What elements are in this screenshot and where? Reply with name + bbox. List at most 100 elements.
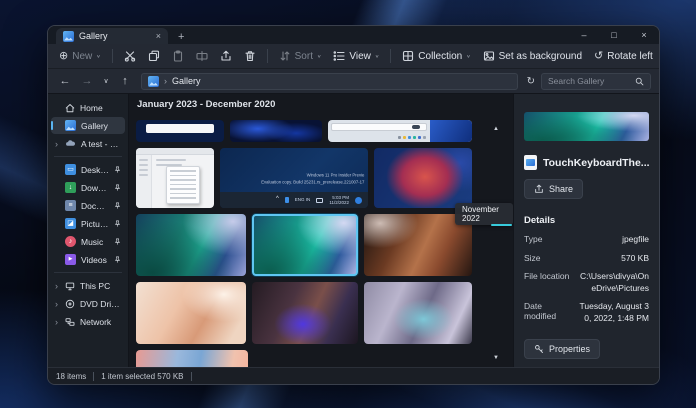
gallery-thumbnail-1[interactable] [136, 120, 224, 142]
share-icon [534, 184, 544, 194]
search-icon [635, 77, 644, 86]
close-button[interactable]: × [629, 30, 659, 40]
gallery-thumbnail-4[interactable] [136, 148, 214, 208]
home-icon [65, 103, 75, 113]
delete-button[interactable] [239, 47, 261, 65]
gallery-thumbnail-13[interactable] [136, 350, 248, 367]
pin-icon [114, 166, 121, 173]
detail-row-type: Type jpegfile [524, 234, 649, 245]
up-button[interactable]: ↑ [116, 75, 134, 87]
gallery-thumbnail-6[interactable] [374, 148, 472, 208]
maximize-button[interactable]: □ [599, 30, 629, 40]
new-tab-button[interactable]: + [178, 30, 184, 44]
tab-gallery[interactable]: Gallery × [56, 28, 168, 44]
sidebar-item-videos[interactable]: ▶ Videos [51, 251, 125, 268]
rotate-left-button[interactable]: ↺ Rotate left [589, 48, 658, 65]
sidebar-item-music[interactable]: ♪ Music [51, 233, 125, 250]
sidebar-item-downloads[interactable]: ↓ Downloads [51, 179, 125, 196]
thumbnail-taskbar: ^ ENG IN 5:03 PM 11/2/2022 [220, 192, 368, 208]
sort-icon [279, 50, 291, 62]
expand-chevron-icon[interactable]: › [55, 317, 58, 327]
forward-button[interactable]: → [78, 75, 96, 87]
tab-title: Gallery [79, 31, 151, 41]
share-button-toolbar[interactable] [215, 47, 237, 65]
timeline-scroll-indicator[interactable] [491, 224, 512, 226]
music-icon: ♪ [65, 236, 76, 247]
selection-summary: 1 item selected 570 KB [101, 372, 183, 381]
set-as-background-button[interactable]: Set as background [478, 47, 587, 65]
minimize-button[interactable]: – [569, 30, 599, 40]
selected-file-name: TouchKeyboardThe... [543, 157, 649, 169]
collection-icon [402, 50, 414, 62]
timeline-date-badge: November 2022 [455, 203, 513, 225]
recent-locations-button[interactable]: ∨ [100, 77, 112, 85]
gallery-thumbnail-11[interactable] [252, 282, 358, 344]
monitor-icon [316, 198, 323, 203]
navigation-pane: Home Gallery › A test - Personal ▭ Deskt… [48, 94, 128, 367]
rename-button[interactable] [191, 47, 213, 65]
gallery-thumbnail-selected[interactable] [252, 214, 358, 276]
cut-button[interactable] [119, 47, 141, 65]
details-pane: TouchKeyboardThe... Share Details Type j… [513, 94, 659, 367]
sidebar-item-dvd-drive[interactable]: › DVD Drive (D:) CCC [51, 295, 125, 312]
gallery-thumbnail-3[interactable] [328, 120, 472, 142]
sidebar-item-pictures[interactable]: ◪ Pictures [51, 215, 125, 232]
collection-button[interactable]: Collection ∨ [397, 47, 475, 65]
expand-chevron-icon[interactable]: › [55, 299, 58, 309]
bluetooth-icon [285, 197, 289, 203]
paste-button[interactable] [167, 47, 189, 65]
file-preview-image[interactable] [524, 112, 649, 141]
sidebar-item-documents[interactable]: ≡ Documents [51, 197, 125, 214]
sidebar-item-onedrive[interactable]: › A test - Personal [51, 135, 125, 152]
share-icon [220, 50, 232, 62]
desktop-wallpaper: Gallery × + – □ × ⊕ New ∨ [0, 0, 696, 408]
expand-chevron-icon[interactable]: › [55, 281, 58, 291]
tray-language: ENG IN [295, 197, 311, 202]
pictures-icon: ◪ [65, 218, 76, 229]
detail-row-size: Size 570 KB [524, 253, 649, 264]
breadcrumb[interactable]: › Gallery [141, 73, 518, 90]
copy-button[interactable] [143, 47, 165, 65]
image-icon [483, 50, 495, 62]
sidebar-item-network[interactable]: › Network [51, 313, 125, 330]
chevron-down-icon: ∨ [466, 54, 470, 59]
search-box [541, 73, 651, 90]
copy-icon [148, 50, 160, 62]
expand-chevron-icon[interactable]: › [55, 139, 58, 149]
scroll-up-icon[interactable]: ▲ [493, 126, 499, 132]
file-explorer-window: Gallery × + – □ × ⊕ New ∨ [47, 25, 660, 385]
search-input[interactable] [548, 76, 635, 86]
pin-icon [114, 256, 121, 263]
gallery-thumbnail-12[interactable] [364, 282, 472, 344]
gallery-thumbnail-desktop-screenshot[interactable]: Windows 11 Pro Insider Previe Evaluation… [220, 148, 368, 208]
back-button[interactable]: ← [56, 75, 74, 87]
sidebar-item-gallery[interactable]: Gallery [51, 117, 125, 134]
sidebar-item-home[interactable]: Home [51, 99, 125, 116]
new-button[interactable]: ⊕ New ∨ [54, 48, 106, 65]
properties-button[interactable]: Properties [524, 339, 600, 359]
pin-icon [114, 238, 121, 245]
rename-icon [196, 50, 208, 62]
sort-button[interactable]: Sort ∨ [274, 47, 327, 65]
gallery-thumbnail-7[interactable] [136, 214, 246, 276]
sidebar-item-this-pc[interactable]: › This PC [51, 277, 125, 294]
watermark-line2: Evaluation copy. Build 25231.rs_prerelea… [261, 180, 364, 186]
trash-icon [244, 50, 256, 62]
view-button[interactable]: View ∨ [328, 47, 384, 65]
gallery-thumbnail-10[interactable] [136, 282, 246, 344]
downloads-icon: ↓ [65, 182, 76, 193]
titlebar: Gallery × + – □ × [48, 26, 659, 44]
gallery-thumbnail-2[interactable] [230, 120, 322, 142]
refresh-button[interactable]: ↻ [527, 76, 535, 87]
tab-close-icon[interactable]: × [156, 31, 161, 41]
tray-date: 11/2/2022 [329, 200, 349, 205]
command-toolbar: ⊕ New ∨ [48, 44, 659, 69]
documents-icon: ≡ [65, 200, 76, 211]
window-body: Home Gallery › A test - Personal ▭ Deskt… [48, 94, 659, 367]
detail-row-date-modified: Date modified Tuesday, August 30, 2022, … [524, 301, 649, 324]
share-button[interactable]: Share [524, 179, 583, 199]
scroll-down-icon[interactable]: ▼ [493, 355, 499, 361]
chevron-down-icon: ∨ [375, 54, 379, 59]
items-count: 18 items [56, 372, 86, 381]
sidebar-item-desktop[interactable]: ▭ Desktop [51, 161, 125, 178]
